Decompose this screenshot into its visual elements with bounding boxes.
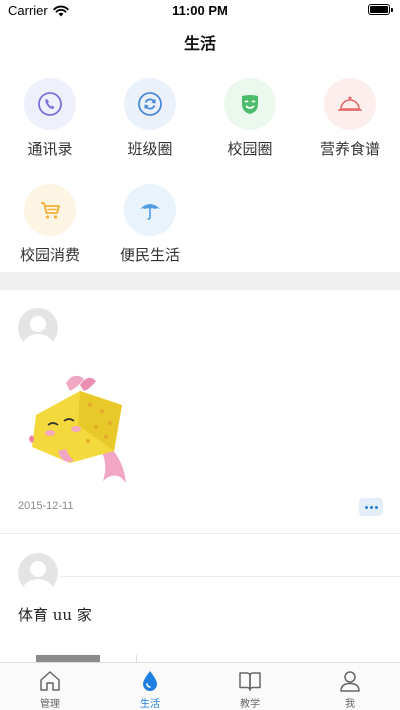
tab-label: 生活 <box>140 699 160 710</box>
open-book-icon <box>239 672 261 691</box>
status-bar: Carrier 11:00 PM <box>0 0 400 22</box>
post-image[interactable] <box>18 365 143 485</box>
person-icon <box>340 671 360 692</box>
tab-label: 我 <box>345 699 355 710</box>
avatar[interactable] <box>18 553 58 593</box>
mask-icon <box>224 78 276 130</box>
avatar[interactable] <box>18 308 58 348</box>
grid-label: 校园消费 <box>19 246 80 264</box>
grid-label: 便民生活 <box>119 246 180 264</box>
refresh-circle-icon <box>124 78 176 130</box>
post-text: 体育 uu 家 <box>18 606 92 624</box>
grid-label: 营养食谱 <box>319 140 380 158</box>
more-button[interactable] <box>359 498 383 516</box>
grid-label: 通讯录 <box>27 140 73 158</box>
grid-item-contacts[interactable]: 通讯录 <box>0 78 100 159</box>
status-time: 11:00 PM <box>172 3 228 18</box>
tab-me[interactable]: 我 <box>300 663 400 710</box>
tab-label: 管理 <box>40 699 60 710</box>
water-drop-icon <box>143 671 157 691</box>
food-cloche-icon <box>324 78 376 130</box>
divider <box>60 576 400 577</box>
grid-item-convenience-life[interactable]: 便民生活 <box>100 184 200 265</box>
tab-manage[interactable]: 管理 <box>0 663 100 710</box>
tab-bar: 管理 生活 教学 我 <box>0 662 400 710</box>
tab-teaching[interactable]: 教学 <box>200 663 300 710</box>
page-title: 生活 <box>183 34 216 53</box>
umbrella-icon <box>124 184 176 236</box>
tab-life[interactable]: 生活 <box>100 663 200 710</box>
battery-icon <box>368 4 393 15</box>
phone-icon <box>24 78 76 130</box>
post-date: 2015-12-11 <box>18 500 74 512</box>
grid-item-class-circle[interactable]: 班级圈 <box>100 78 200 159</box>
grid-label: 班级圈 <box>127 140 173 158</box>
divider <box>0 533 400 534</box>
home-icon <box>40 671 60 691</box>
tab-label: 教学 <box>240 699 260 710</box>
grid-label: 校园圈 <box>227 140 273 158</box>
grid-item-campus-consumption[interactable]: 校园消费 <box>0 184 100 265</box>
grid-item-campus-circle[interactable]: 校园圈 <box>200 78 300 159</box>
shopping-cart-icon <box>24 184 76 236</box>
grid-item-nutrition-menu[interactable]: 营养食谱 <box>300 78 400 159</box>
section-divider <box>0 272 400 290</box>
